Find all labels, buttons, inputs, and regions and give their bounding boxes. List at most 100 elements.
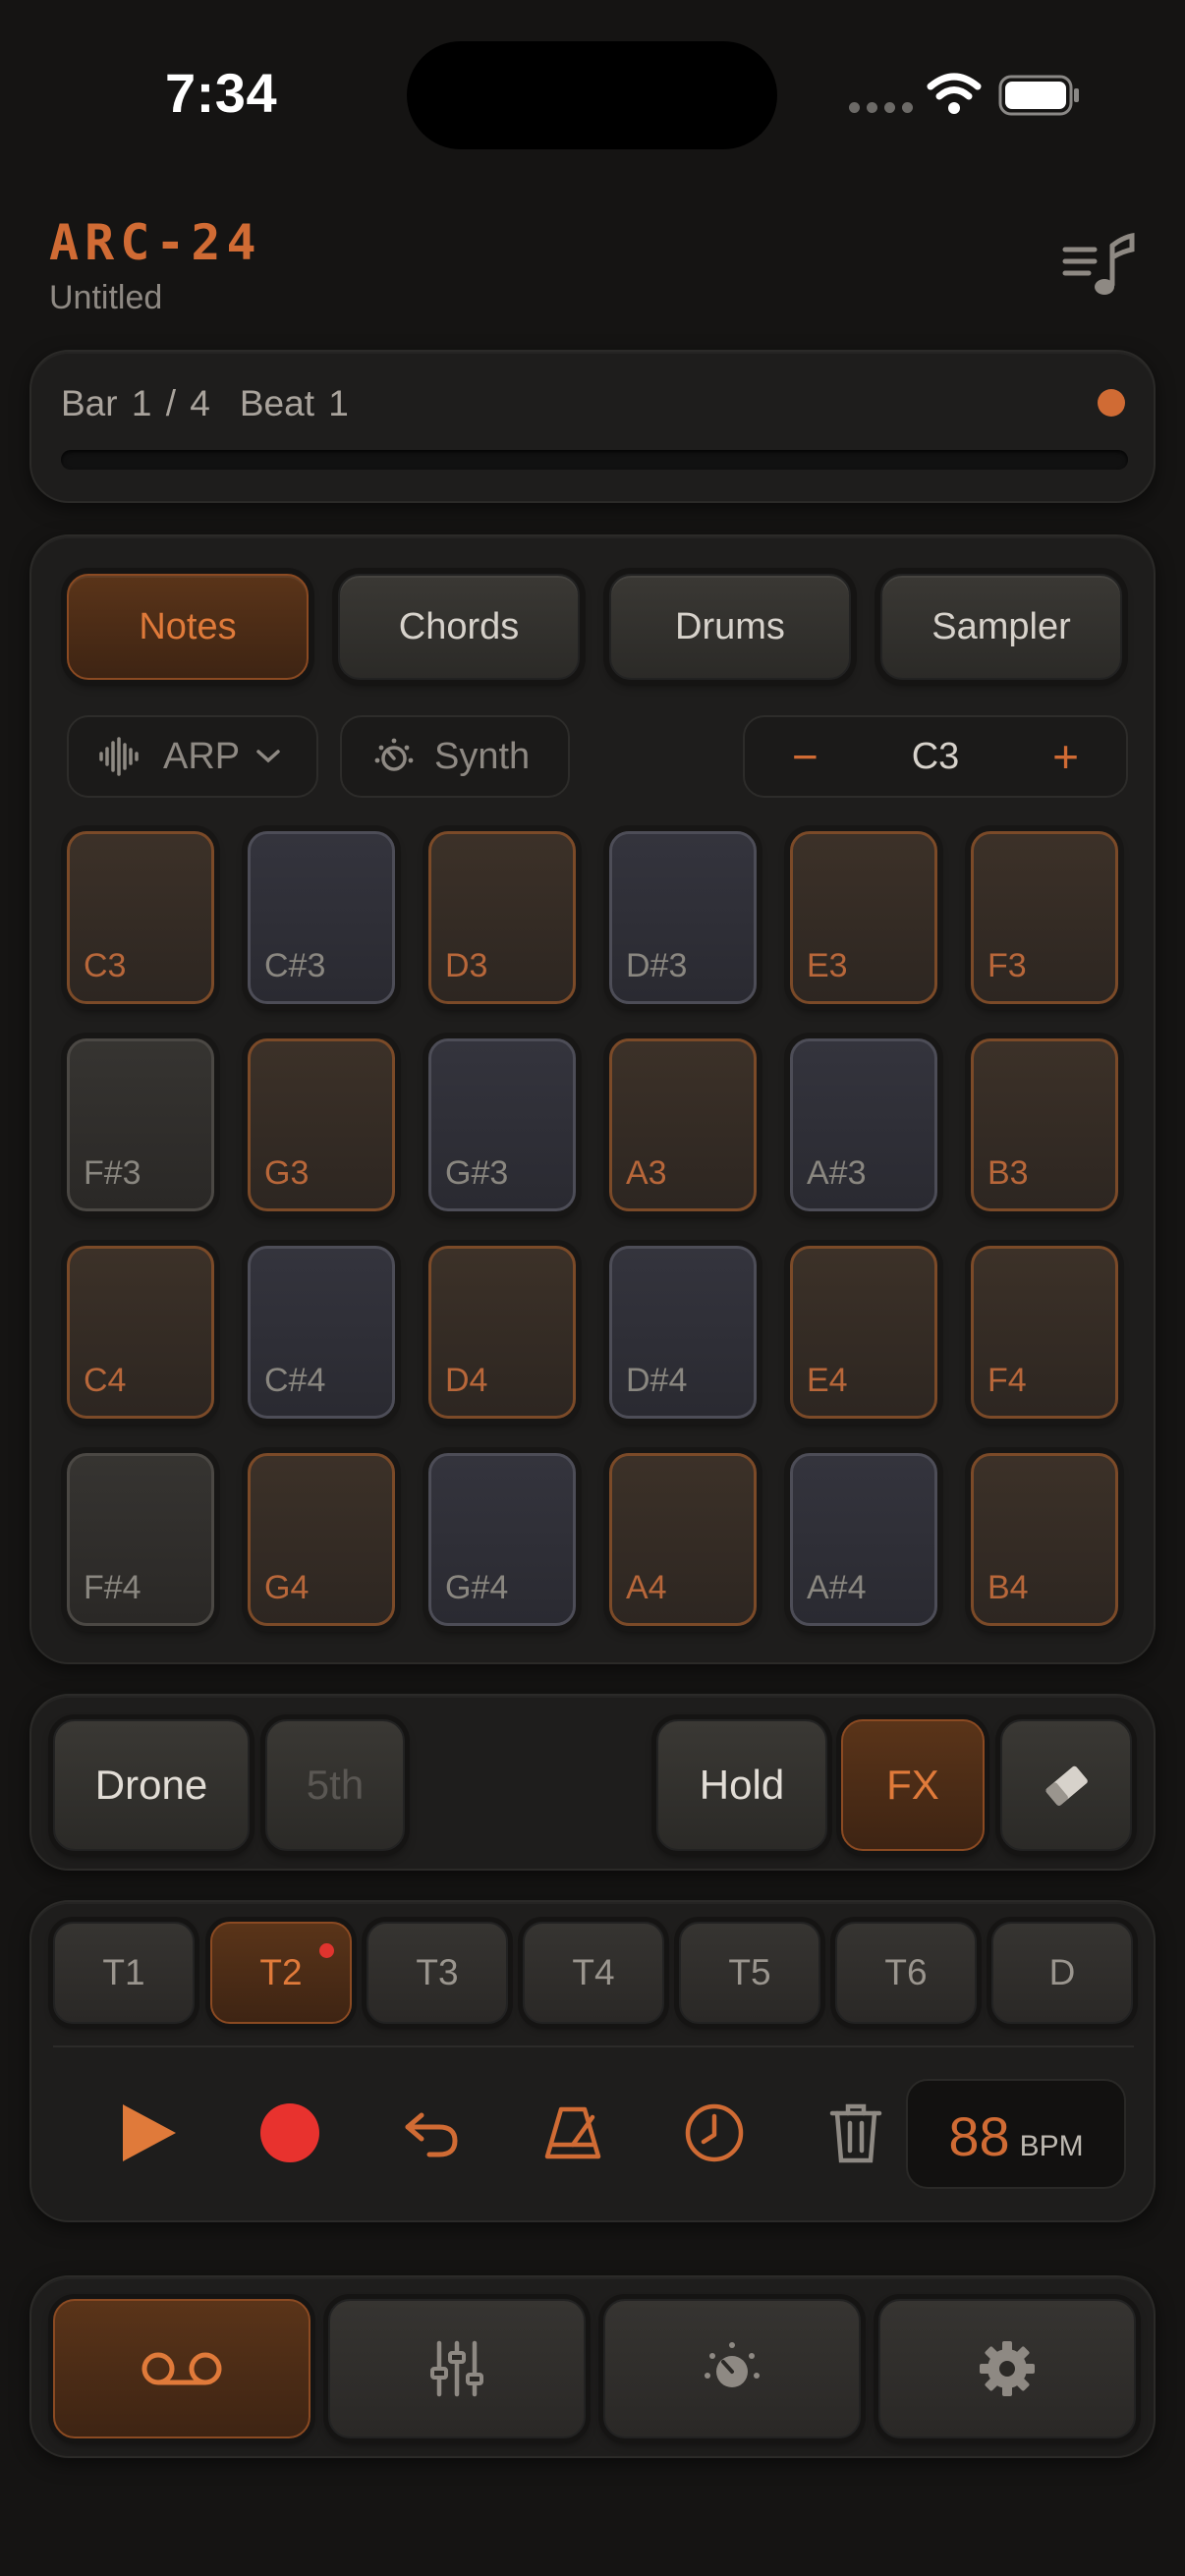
beat-readout: Beat 1 (239, 383, 349, 423)
note-pad-ds4[interactable]: D#4 (609, 1246, 757, 1419)
track-t4[interactable]: T4 (523, 1922, 664, 2024)
trash-icon (829, 2103, 882, 2163)
note-pad-f4[interactable]: F4 (971, 1246, 1118, 1419)
note-pad-e4[interactable]: E4 (790, 1246, 937, 1419)
clear-button[interactable] (1000, 1719, 1132, 1851)
synth-knob-icon (374, 738, 414, 771)
note-pad-b4[interactable]: B4 (971, 1453, 1118, 1626)
count-in-button[interactable] (660, 2079, 768, 2187)
divider (53, 2045, 1134, 2047)
synth-button[interactable]: Synth (340, 715, 570, 798)
track-t2[interactable]: T2 (210, 1922, 352, 2024)
note-pad-g3[interactable]: G3 (248, 1038, 395, 1211)
track-t2-label: T2 (259, 1952, 303, 1992)
mode-tab-chords[interactable]: Chords (338, 574, 580, 680)
note-pad-d4[interactable]: D4 (428, 1246, 576, 1419)
pad-label: A4 (626, 1569, 667, 1606)
pad-label: C#3 (264, 947, 326, 984)
pad-label: D4 (445, 1362, 488, 1399)
mode-tab-sampler[interactable]: Sampler (880, 574, 1122, 680)
pad-label: F4 (988, 1362, 1027, 1399)
bottom-nav (29, 2275, 1156, 2458)
pad-label: F#4 (84, 1569, 141, 1606)
pad-label: B4 (988, 1569, 1029, 1606)
mixer-icon (430, 2340, 483, 2397)
note-pad-d3[interactable]: D3 (428, 831, 576, 1004)
note-pad-f3[interactable]: F3 (971, 831, 1118, 1004)
nav-synth[interactable] (603, 2299, 861, 2438)
note-pad-e3[interactable]: E3 (790, 831, 937, 1004)
pad-label: D#3 (626, 947, 688, 984)
note-pad-cs3[interactable]: C#3 (248, 831, 395, 1004)
metronome-icon (544, 2106, 601, 2159)
track-list-icon[interactable] (1061, 232, 1138, 301)
play-button[interactable] (94, 2079, 202, 2187)
undo-icon (405, 2112, 458, 2157)
waveform-icon (99, 737, 139, 776)
note-pad-gs4[interactable]: G#4 (428, 1453, 576, 1626)
synth-label: Synth (434, 735, 531, 777)
position-panel: Bar 1 / 4 Beat 1 (29, 350, 1156, 503)
fx-button[interactable]: FX (841, 1719, 985, 1851)
performance-bar: Drone 5th Hold FX (29, 1694, 1156, 1871)
play-icon (123, 2104, 176, 2161)
nav-tape[interactable] (53, 2299, 310, 2438)
note-pad-c3[interactable]: C3 (67, 831, 214, 1004)
app-title: ARC-24 (49, 214, 262, 271)
dynamic-island (407, 41, 777, 149)
pad-label: D3 (445, 947, 488, 984)
pad-label: E3 (807, 947, 848, 984)
octave-value: C3 (911, 735, 960, 777)
octave-stepper: − C3 + (743, 715, 1128, 798)
playhead-progress[interactable] (61, 450, 1128, 470)
chevron-down-icon (256, 750, 280, 763)
note-pad-a3[interactable]: A3 (609, 1038, 757, 1211)
note-pad-c4[interactable]: C4 (67, 1246, 214, 1419)
undo-button[interactable] (377, 2079, 485, 2187)
nav-mixer[interactable] (328, 2299, 586, 2438)
arp-dropdown[interactable]: ARP (67, 715, 318, 798)
octave-plus-button[interactable]: + (1052, 730, 1079, 783)
pad-label: B3 (988, 1154, 1029, 1192)
tempo-display[interactable]: 88 BPM (906, 2079, 1126, 2189)
note-pad-fs3[interactable]: F#3 (67, 1038, 214, 1211)
track-t5[interactable]: T5 (679, 1922, 820, 2024)
bpm-unit: BPM (1019, 2130, 1084, 2162)
record-icon (260, 2103, 319, 2162)
track-transport-panel: T1 T2 T3 T4 T5 T6 D 88 BPM (29, 1900, 1156, 2222)
pad-label: G4 (264, 1569, 310, 1606)
note-pad-as4[interactable]: A#4 (790, 1453, 937, 1626)
track-drums[interactable]: D (991, 1922, 1133, 2024)
pad-label: G3 (264, 1154, 310, 1192)
track-t3[interactable]: T3 (367, 1922, 508, 2024)
delete-button[interactable] (802, 2079, 910, 2187)
note-pad-g4[interactable]: G4 (248, 1453, 395, 1626)
bar-readout: Bar 1 / 4 (61, 383, 210, 423)
project-name[interactable]: Untitled (49, 279, 162, 317)
pad-label: F3 (988, 947, 1027, 984)
synth-knob-icon (705, 2342, 760, 2387)
note-pad-a4[interactable]: A4 (609, 1453, 757, 1626)
nav-settings[interactable] (878, 2299, 1136, 2438)
note-pad-gs3[interactable]: G#3 (428, 1038, 576, 1211)
pad-label: D#4 (626, 1362, 688, 1399)
fifth-button[interactable]: 5th (265, 1719, 405, 1851)
tape-icon (141, 2352, 222, 2385)
hold-button[interactable]: Hold (656, 1719, 827, 1851)
track-t1[interactable]: T1 (53, 1922, 195, 2024)
mode-tab-notes[interactable]: Notes (67, 574, 309, 680)
note-pad-b3[interactable]: B3 (971, 1038, 1118, 1211)
record-button[interactable] (236, 2079, 344, 2187)
mode-tab-drums[interactable]: Drums (609, 574, 851, 680)
note-pad-cs4[interactable]: C#4 (248, 1246, 395, 1419)
pad-label: A#4 (807, 1569, 867, 1606)
settings-icon (980, 2341, 1035, 2396)
metronome-button[interactable] (519, 2079, 627, 2187)
note-pad-ds3[interactable]: D#3 (609, 831, 757, 1004)
octave-minus-button[interactable]: − (792, 730, 818, 783)
note-pad-as3[interactable]: A#3 (790, 1038, 937, 1211)
drone-button[interactable]: Drone (53, 1719, 250, 1851)
battery-icon (998, 75, 1079, 116)
note-pad-fs4[interactable]: F#4 (67, 1453, 214, 1626)
track-t6[interactable]: T6 (835, 1922, 977, 2024)
